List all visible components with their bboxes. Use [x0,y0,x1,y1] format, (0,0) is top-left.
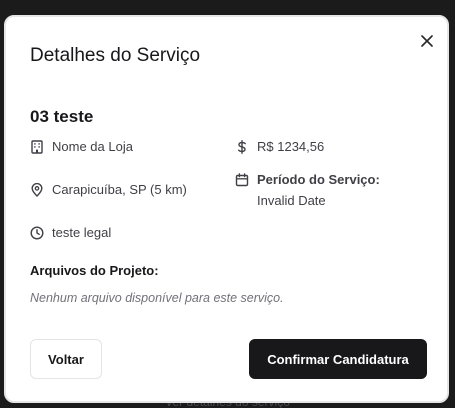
map-pin-icon [31,183,43,197]
period-info: Período do Serviço: Invalid Date [235,172,380,208]
price-info: R$ 1234,56 [235,139,324,154]
store-name: Nome da Loja [52,139,133,154]
files-empty-note: Nenhum arquivo disponível para este serv… [30,291,284,305]
store-info: Nome da Loja [30,139,133,154]
period-label: Período do Serviço: [257,172,380,187]
clock-icon [30,226,44,240]
modal-title: Detalhes do Serviço [30,45,201,66]
service-name: 03 teste [30,107,94,126]
location-text: Carapicuíba, SP (5 km) [52,182,187,197]
service-details-modal: Detalhes do Serviço 03 teste Nome da Loj… [4,15,449,403]
close-button[interactable] [419,33,435,49]
files-section-title: Arquivos do Projeto: [30,263,159,278]
description-info: teste legal [30,225,111,240]
calendar-icon [235,173,249,187]
dollar-icon [238,140,246,154]
back-button[interactable]: Voltar [30,339,102,379]
period-value: Invalid Date [257,193,326,208]
price-text: R$ 1234,56 [257,139,325,154]
location-info: Carapicuíba, SP (5 km) [30,182,187,197]
description-text: teste legal [52,225,112,240]
close-icon [421,35,433,47]
confirm-application-button[interactable]: Confirmar Candidatura [249,339,427,379]
building-icon [31,140,43,154]
